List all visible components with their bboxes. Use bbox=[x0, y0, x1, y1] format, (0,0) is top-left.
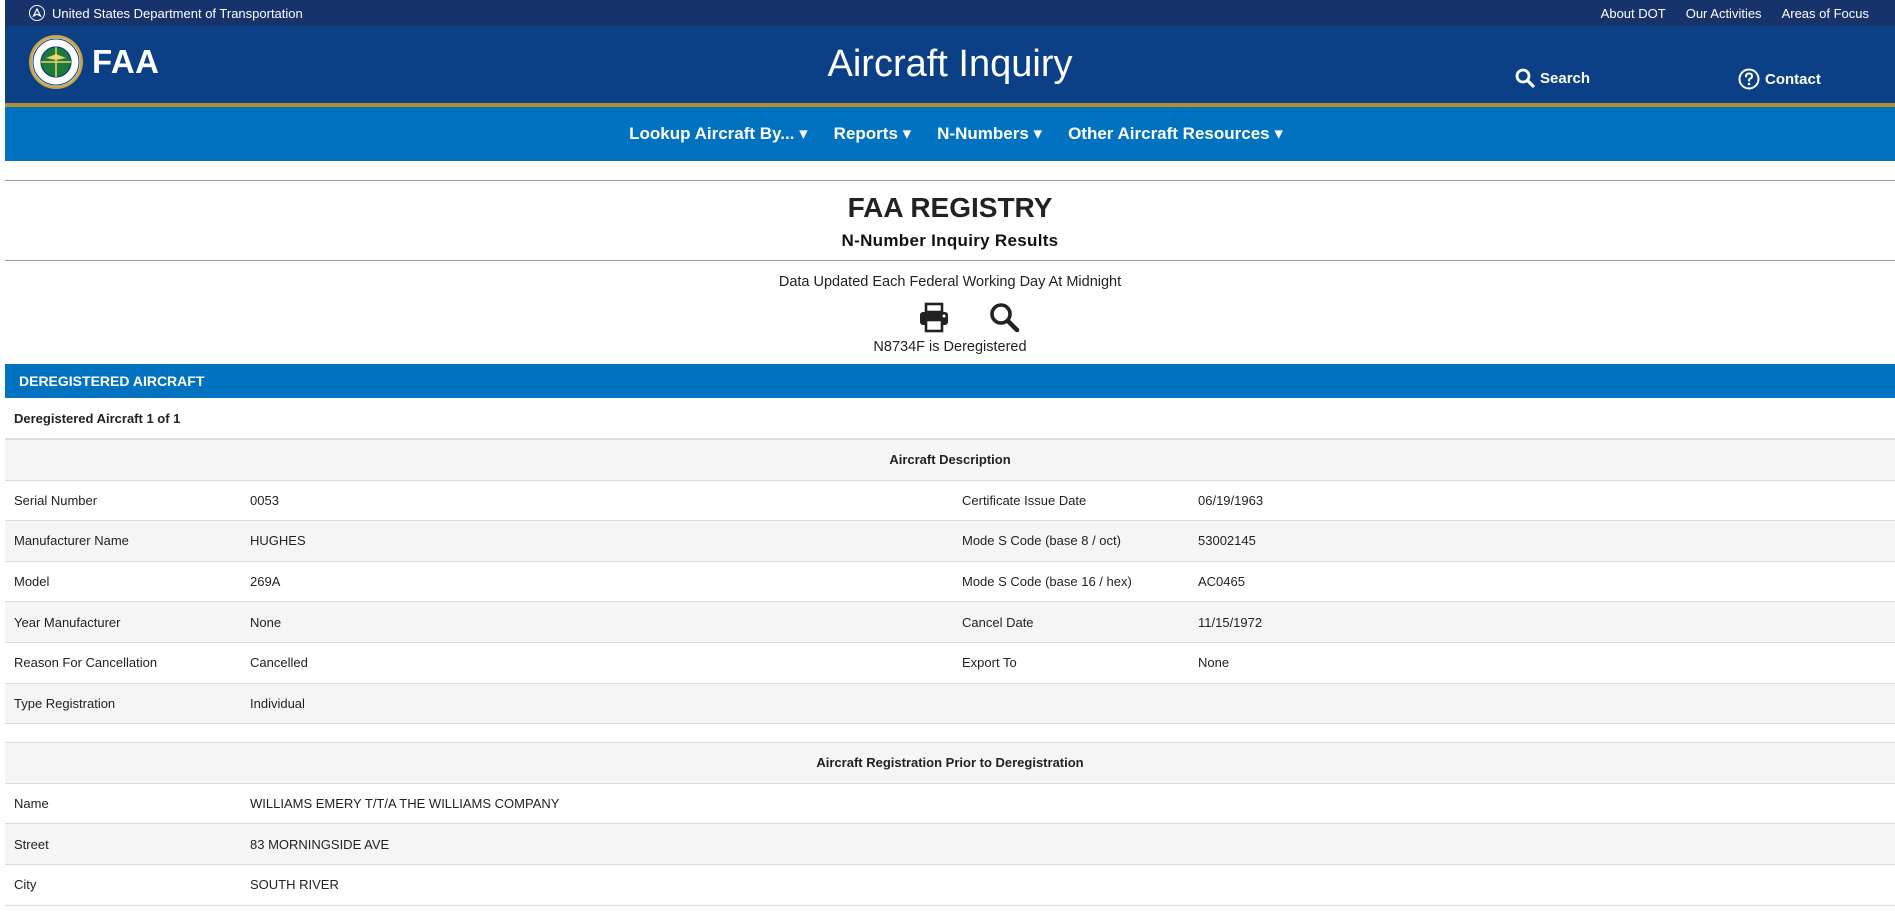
field-label: Model bbox=[5, 561, 241, 603]
table-row: Year Manufacturer None Cancel Date 11/15… bbox=[5, 601, 1895, 643]
data-updated-note: Data Updated Each Federal Working Day At… bbox=[778, 274, 1122, 290]
field-label: Year Manufacturer bbox=[5, 601, 241, 643]
dot-top-bar: United States Department of Transportati… bbox=[5, 0, 1895, 26]
dot-seal-icon bbox=[29, 5, 45, 21]
page: United States Department of Transportati… bbox=[5, 0, 1895, 921]
field-label: Type Registration bbox=[5, 683, 241, 725]
field-value: 83 MORNINGSIDE AVE bbox=[241, 823, 1895, 865]
field-value: None bbox=[241, 601, 953, 643]
contact-link[interactable]: Contact bbox=[1738, 68, 1821, 90]
field-label: Cancel Date bbox=[953, 601, 1189, 643]
field-value: Individual bbox=[241, 683, 953, 725]
faa-header: FAA Aircraft Inquiry Search Contact bbox=[5, 26, 1895, 103]
search-link-label: Search bbox=[1540, 69, 1591, 87]
field-value: 0053 bbox=[241, 480, 953, 522]
field-label: Street bbox=[5, 823, 241, 865]
dot-agency-label: United States Department of Transportati… bbox=[52, 5, 303, 21]
print-icon[interactable] bbox=[918, 301, 950, 333]
registry-title: FAA REGISTRY bbox=[847, 192, 1053, 223]
table-row: Serial Number 0053 Certificate Issue Dat… bbox=[5, 480, 1895, 522]
our-activities-link[interactable]: Our Activities bbox=[1686, 6, 1762, 21]
table-row: Manufacturer Name HUGHES Mode S Code (ba… bbox=[5, 520, 1895, 562]
result-tools bbox=[5, 301, 1895, 333]
nav-n-numbers[interactable]: N-Numbers ▾ bbox=[937, 124, 1042, 144]
field-value: 06/19/1963 bbox=[1189, 480, 1895, 522]
field-value: HUGHES bbox=[241, 520, 953, 562]
registration-status: N8734F is Deregistered bbox=[873, 339, 1027, 355]
prior-registration-table: Aircraft Registration Prior to Deregistr… bbox=[5, 742, 1895, 906]
table-row: Type Registration Individual bbox=[5, 683, 1895, 725]
main-nav: Lookup Aircraft By... ▾ Reports ▾ N-Numb… bbox=[5, 107, 1895, 161]
registry-subtitle: N-Number Inquiry Results bbox=[841, 231, 1059, 250]
field-label: Serial Number bbox=[5, 480, 241, 522]
field-label: Mode S Code (base 16 / hex) bbox=[953, 561, 1189, 603]
registry-bottom-divider bbox=[5, 260, 1895, 261]
table-row: Model 269A Mode S Code (base 16 / hex) A… bbox=[5, 561, 1895, 603]
dot-links: About DOT Our Activities Areas of Focus bbox=[1601, 6, 1869, 21]
dot-agency[interactable]: United States Department of Transportati… bbox=[29, 5, 303, 21]
table-row: Name WILLIAMS EMERY T/T/A THE WILLIAMS C… bbox=[5, 783, 1895, 825]
field-value: SOUTH RIVER bbox=[241, 864, 1895, 906]
table-caption-row: Aircraft Registration Prior to Deregistr… bbox=[5, 742, 1895, 784]
field-label bbox=[953, 683, 1189, 725]
field-value: 11/15/1972 bbox=[1189, 601, 1895, 643]
field-value: AC0465 bbox=[1189, 561, 1895, 603]
field-value: None bbox=[1189, 642, 1895, 684]
prior-registration-caption: Aircraft Registration Prior to Deregistr… bbox=[5, 742, 1895, 784]
aircraft-description-caption: Aircraft Description bbox=[5, 439, 1895, 481]
field-label: Name bbox=[5, 783, 241, 825]
aircraft-description-table: Aircraft Description Serial Number 0053 … bbox=[5, 439, 1895, 725]
table-row: Reason For Cancellation Cancelled Export… bbox=[5, 642, 1895, 684]
field-label: City bbox=[5, 864, 241, 906]
table-row: Street 83 MORNINGSIDE AVE bbox=[5, 823, 1895, 865]
nav-other-resources[interactable]: Other Aircraft Resources ▾ bbox=[1068, 124, 1283, 144]
registry-top-divider bbox=[5, 180, 1895, 181]
field-value: 269A bbox=[241, 561, 953, 603]
table-row: City SOUTH RIVER bbox=[5, 864, 1895, 906]
contact-link-label: Contact bbox=[1765, 70, 1821, 88]
field-label: Certificate Issue Date bbox=[953, 480, 1189, 522]
nav-lookup-aircraft[interactable]: Lookup Aircraft By... ▾ bbox=[629, 124, 808, 144]
table-spacer bbox=[5, 724, 1895, 742]
nav-reports[interactable]: Reports ▾ bbox=[834, 124, 912, 144]
about-dot-link[interactable]: About DOT bbox=[1601, 6, 1666, 21]
section-header: DEREGISTERED AIRCRAFT bbox=[5, 364, 1895, 398]
field-label: Mode S Code (base 8 / oct) bbox=[953, 520, 1189, 562]
question-circle-icon bbox=[1738, 68, 1760, 90]
field-label: Export To bbox=[953, 642, 1189, 684]
deregistered-count: Deregistered Aircraft 1 of 1 bbox=[5, 398, 1895, 439]
search-icon bbox=[1515, 68, 1535, 88]
field-label: Reason For Cancellation bbox=[5, 642, 241, 684]
page-title: Aircraft Inquiry bbox=[827, 43, 1073, 85]
areas-of-focus-link[interactable]: Areas of Focus bbox=[1782, 6, 1869, 21]
field-value: 53002145 bbox=[1189, 520, 1895, 562]
table-caption-row: Aircraft Description bbox=[5, 439, 1895, 481]
field-label: Manufacturer Name bbox=[5, 520, 241, 562]
field-value: Cancelled bbox=[241, 642, 953, 684]
field-value: WILLIAMS EMERY T/T/A THE WILLIAMS COMPAN… bbox=[241, 783, 1895, 825]
magnifier-icon[interactable] bbox=[988, 301, 1020, 333]
field-value bbox=[1189, 683, 1895, 725]
search-link[interactable]: Search bbox=[1515, 68, 1590, 88]
